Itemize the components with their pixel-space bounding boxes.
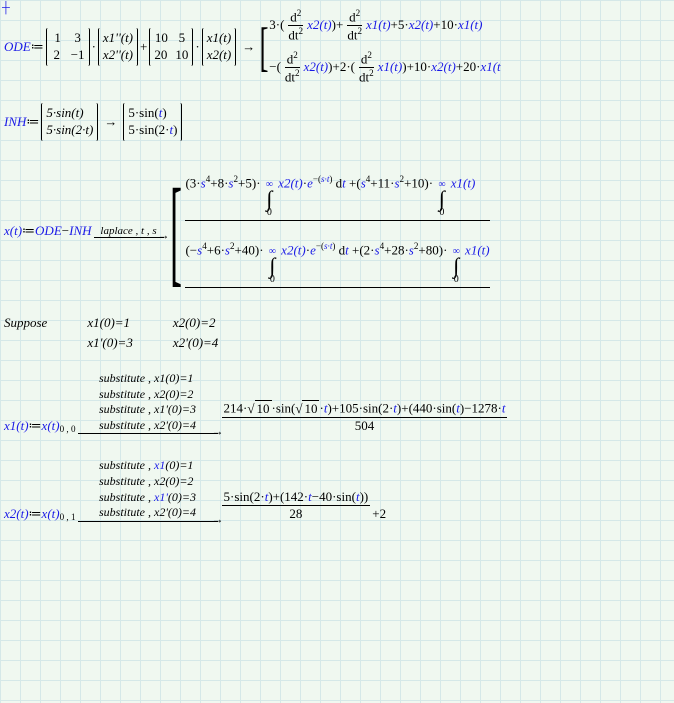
x1-from: x(t): [42, 418, 60, 434]
bracket-open: [: [260, 20, 269, 74]
ic-x2p0: x2'(0)=4: [173, 335, 218, 351]
laplace-arrow: laplace , t , s: [94, 225, 164, 238]
vec-x: x1(t) x2(t): [202, 28, 237, 66]
x1-definition: x1(t) ≔ x(t) 0 , 0 substitute , x1(0)=1 …: [4, 371, 670, 434]
suppose-label: Suppose: [4, 315, 47, 331]
dot-op-2: ·: [195, 39, 199, 55]
matrix-B: 105 2010: [149, 28, 193, 66]
cursor-marker: ┼: [2, 2, 10, 14]
assign-op-5: ≔: [29, 506, 42, 522]
dot-op: ·: [92, 39, 96, 55]
eval-arrow: →: [242, 39, 255, 55]
x2-subscript: 0 , 1: [60, 512, 76, 522]
assign-op: ≔: [31, 39, 44, 55]
x1-result: 214·10·sin(10·t)+105·sin(2·t)+(440·sin(t…: [222, 400, 508, 434]
matrix-A: 13 2−1: [46, 28, 90, 66]
assign-op-3: ≔: [22, 223, 35, 239]
inh-definition: INH ≔ 5·sin(t) 5·sin(2·t) → 5·sin(t) 5·s…: [4, 103, 670, 141]
x1-subscript: 0 , 0: [60, 424, 76, 434]
inh-ref: INH: [69, 223, 91, 239]
ic-x10: x1(0)=1: [87, 315, 132, 331]
ode-var: ODE: [4, 39, 31, 55]
xoft-lhs: x(t): [4, 223, 22, 239]
ode-ref: ODE: [35, 223, 62, 239]
plus-op: +: [140, 39, 147, 55]
x2-lhs: x2(t): [4, 506, 29, 522]
eval-arrow-2: →: [104, 114, 117, 130]
laplace-row-1: (−s4+6·s2+40)· ∞∫0 x2(t)·e−(s·t) dt +(2·…: [185, 241, 489, 288]
xoft-definition: x(t) ≔ ODE − INH laplace , t , s [ (3·s4…: [4, 171, 670, 291]
ic-x1p0: x1'(0)=3: [87, 335, 132, 351]
tall-bracket: [: [169, 171, 181, 291]
ode-rhs-row-0: 3·(d2dt2x2(t))+d2dt2x1(t)+5·x2(t)+10·x1(…: [269, 8, 500, 44]
ode-definition: ODE ≔ 13 2−1 · x1''(t) x2''(t) + 105 201…: [4, 8, 670, 85]
ode-rhs-row-1: −(d2dt2x2(t))+2·(d2dt2x1(t))+10·x2(t)+20…: [269, 50, 500, 86]
laplace-row-0: (3·s4+8·s2+5)· ∞∫0 x2(t)·e−(s·t) dt +(s4…: [185, 174, 489, 221]
suppose-block: Suppose x1(0)=1 x2(0)=2 x1'(0)=3 x2'(0)=…: [4, 315, 670, 351]
x2-result: 5·sin(2·t)+(142·t−40·sin(t)) 28: [222, 489, 371, 522]
inh-vec-eval: 5·sin(t) 5·sin(2·t): [123, 103, 182, 141]
x1-subs-arrow: substitute , x1(0)=1 substitute , x2(0)=…: [78, 371, 218, 434]
laplace-stack: (3·s4+8·s2+5)· ∞∫0 x2(t)·e−(s·t) dt +(s4…: [185, 174, 489, 289]
ic-x20: x2(0)=2: [173, 315, 218, 331]
x2-subs-arrow: substitute , x1(0)=1 substitute , x2(0)=…: [78, 458, 218, 521]
inh-vec: 5·sin(t) 5·sin(2·t): [41, 103, 98, 141]
inh-var: INH: [4, 114, 26, 130]
x1-lhs: x1(t): [4, 418, 29, 434]
ode-rhs-stack: 3·(d2dt2x2(t))+d2dt2x1(t)+5·x2(t)+10·x1(…: [269, 8, 500, 85]
assign-op-4: ≔: [29, 418, 42, 434]
x2-from: x(t): [42, 506, 60, 522]
vec-xpp: x1''(t) x2''(t): [98, 28, 138, 66]
assign-op-2: ≔: [26, 114, 39, 130]
x2-definition: x2(t) ≔ x(t) 0 , 1 substitute , x1(0)=1 …: [4, 458, 670, 521]
x2-tail: +2: [372, 506, 386, 522]
